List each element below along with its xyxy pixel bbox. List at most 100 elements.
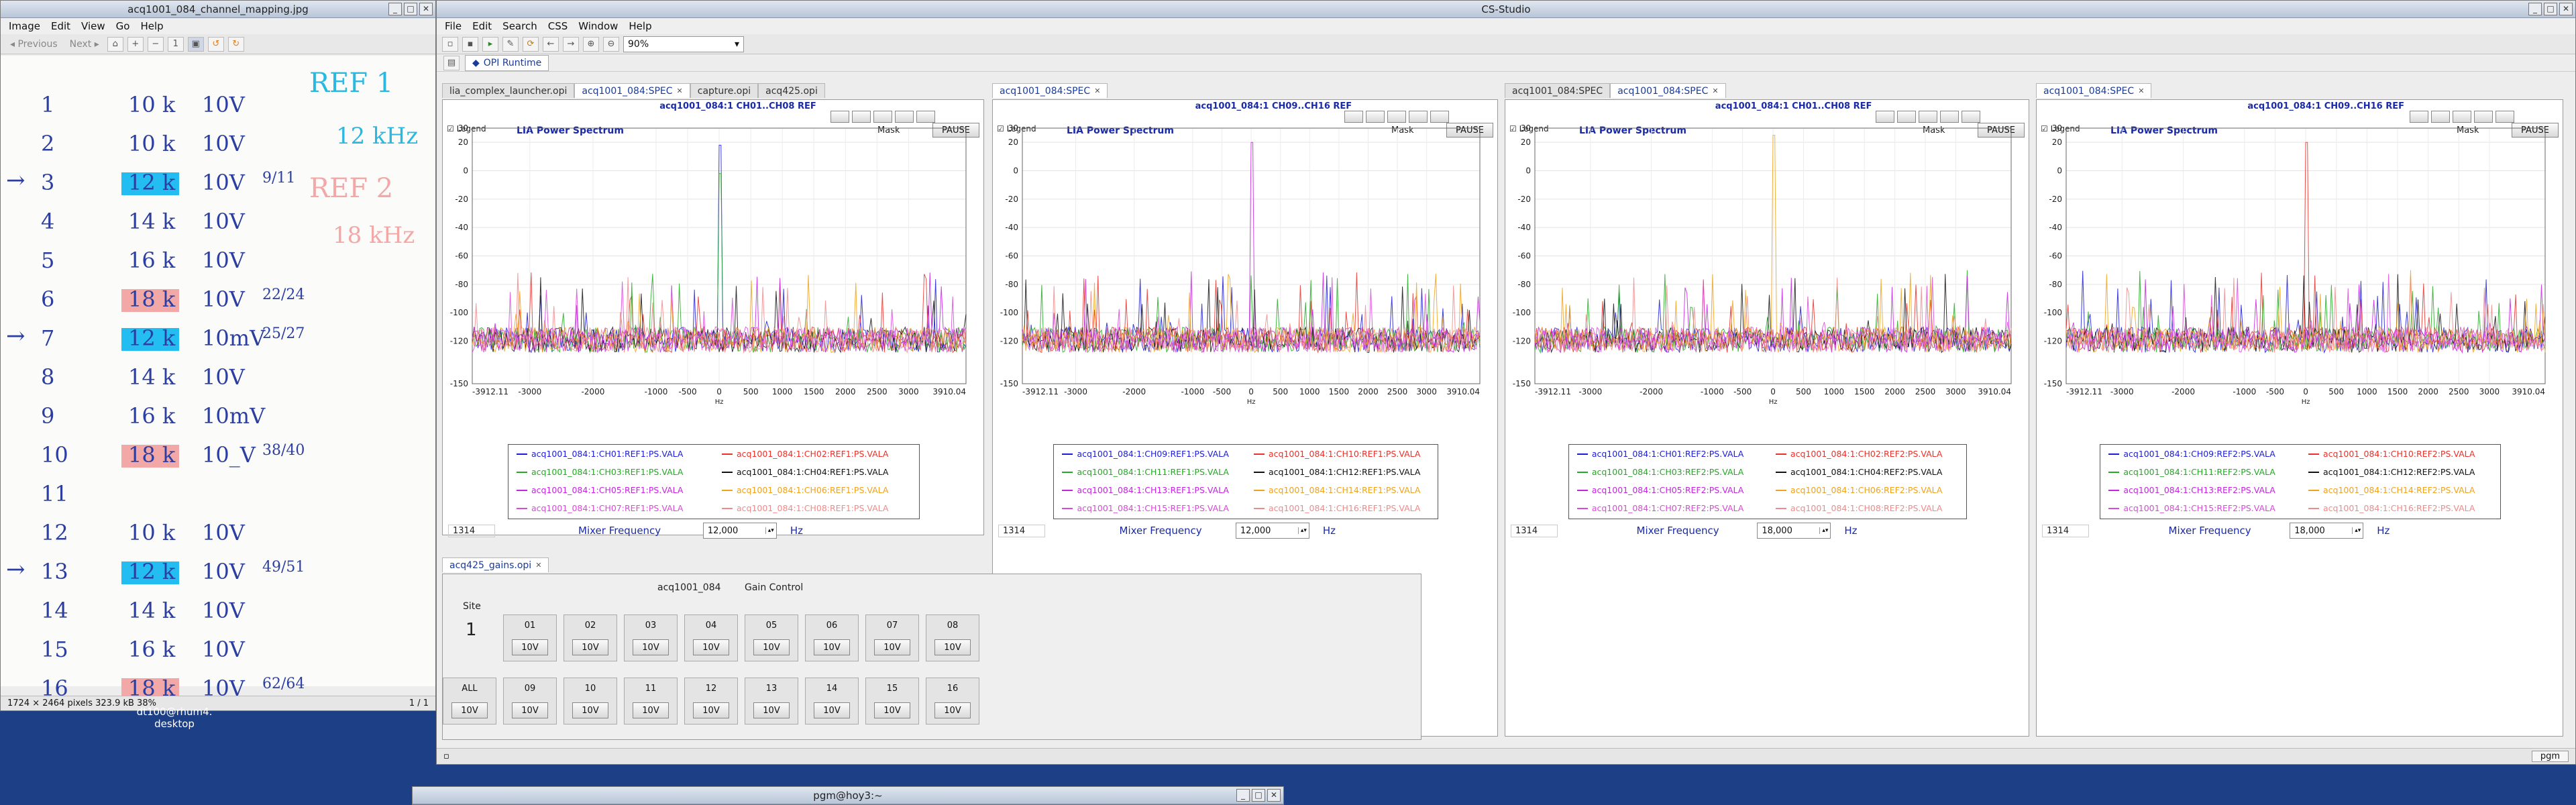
mixer-frequency-spinner[interactable]: 12,000 ▴▾ [1235,523,1309,539]
edit-icon[interactable]: ✎ [502,36,519,52]
legend-entry: acq1001_084:1:CH12:REF2:PS.VALA [2300,467,2500,477]
zoom-normal-icon[interactable]: 1 [167,36,184,52]
menu-edit[interactable]: Edit [51,20,70,32]
spinner-arrows-icon[interactable]: ▴▾ [765,527,776,534]
gain-range-button[interactable]: 10V [753,702,790,718]
gain-range-button[interactable]: 10V [934,702,971,718]
css-close-icon[interactable]: ✕ [2559,3,2573,15]
css-menubar: File Edit Search CSS Window Help [437,18,2575,34]
new-icon[interactable]: ▫ [442,36,458,52]
gain-range-button[interactable]: 10V [814,702,850,718]
save-icon[interactable]: ▪ [462,36,478,52]
opi-runtime-tab[interactable]: ◆ OPI Runtime [465,54,549,71]
menu-view[interactable]: View [81,20,105,32]
gain-range-button[interactable]: 10V [572,639,608,655]
next-button[interactable]: Next ▸ [66,39,103,50]
terminal-titlebar[interactable]: pgm@hoy3:~ _ □ ✕ [413,787,1283,804]
gain-range-button[interactable]: 10V [633,702,669,718]
terminal-close-icon[interactable]: ✕ [1267,789,1281,802]
menu-search[interactable]: Search [502,20,537,32]
spinner-arrows-icon[interactable]: ▴▾ [1297,527,1309,534]
gain-range-button[interactable]: 10V [572,702,608,718]
terminal-maximize-icon[interactable]: □ [1252,789,1265,802]
note-row: 1 10 k 10V [1,89,303,123]
close-icon[interactable]: ✕ [677,87,683,95]
menu-edit[interactable]: Edit [472,20,492,32]
tab-spec[interactable]: acq1001_084:SPEC ✕ [2036,83,2152,98]
legend-swatch [2108,453,2120,455]
menu-file[interactable]: File [445,20,462,32]
gain-range-button[interactable]: 10V [633,639,669,655]
close-icon[interactable]: ✕ [535,561,541,570]
menu-help[interactable]: Help [140,20,163,32]
spectrum-chart[interactable]: 30 20 0 -20 -40 -60 -80 -100 -120 -150 -3912.11 -30… [2039,120,2553,425]
tab-0[interactable]: lia_complex_launcher.opi [442,83,575,98]
gain-range-button[interactable]: 10V [874,639,910,655]
gain-range-button[interactable]: 10V [451,702,488,718]
css-minimize-icon[interactable]: _ [2528,3,2542,15]
css-titlebar[interactable]: CS-Studio _ □ ✕ [437,1,2575,18]
x-tick-label: 2000 [1358,387,1379,396]
maximize-icon[interactable]: □ [404,3,417,15]
zoom-in-icon[interactable]: ⊕ [583,36,599,52]
y-tick-label: -40 [1005,223,1018,232]
legend-swatch [2308,489,2319,491]
menu-css[interactable]: CSS [548,20,568,32]
gain-range-button[interactable]: 10V [934,639,971,655]
run-icon[interactable]: ▸ [482,36,498,52]
close-icon[interactable]: ✕ [1094,87,1100,95]
spinner-arrows-icon[interactable]: ▴▾ [2352,527,2363,534]
image-viewer-titlebar[interactable]: acq1001_084_channel_mapping.jpg _ □ ✕ [1,1,435,18]
zoom-out-icon[interactable]: − [147,36,164,52]
css-maximize-icon[interactable]: □ [2544,3,2557,15]
gain-range-button[interactable]: 10V [512,702,548,718]
terminal-minimize-icon[interactable]: _ [1236,789,1250,802]
gain-range-button[interactable]: 10V [512,639,548,655]
forward-icon[interactable]: → [563,36,579,52]
previous-button[interactable]: ◂ Previous [6,39,62,50]
perspective-icon[interactable]: ▤ [443,55,460,70]
legend-box: acq1001_084:1:CH09:REF2:PS.VALA acq1001_0… [2100,444,2501,519]
y-tick-label: -150 [450,379,468,388]
gain-range-button[interactable]: 10V [874,702,910,718]
gain-range-button[interactable]: 10V [693,702,729,718]
zoom-in-icon[interactable]: + [127,36,144,52]
close-icon[interactable]: ✕ [419,3,433,15]
rotate-left-icon[interactable]: ↺ [207,36,224,52]
gain-channel-label: 03 [645,621,657,631]
zoom-out-icon[interactable]: ⊖ [603,36,619,52]
mixer-frequency-spinner[interactable]: 18,000 ▴▾ [1757,523,1831,539]
tab-spec[interactable]: acq1001_084:SPEC ✕ [992,83,1108,98]
tab-2[interactable]: capture.opi [690,83,759,98]
tab-3[interactable]: acq425.opi [758,83,825,98]
rotate-right-icon[interactable]: ↻ [227,36,244,52]
menu-go[interactable]: Go [116,20,130,32]
tab-1[interactable]: acq1001_084:SPEC ✕ [574,83,690,98]
gain-range-button[interactable]: 10V [814,639,850,655]
mixer-frequency-spinner[interactable]: 18,000 ▴▾ [2290,523,2364,539]
menu-image[interactable]: Image [9,20,40,32]
spinner-arrows-icon[interactable]: ▴▾ [1819,527,1830,534]
tab-spec[interactable]: acq1001_084:SPEC ✕ [1610,83,1726,98]
close-icon[interactable]: ✕ [1712,87,1718,95]
spectrum-chart[interactable]: 30 20 0 -20 -40 -60 -80 -100 -120 -150 -3912.11 -30… [996,120,1488,425]
back-icon[interactable]: ← [543,36,559,52]
home-icon[interactable]: ⌂ [107,36,123,52]
gain-range-button[interactable]: 10V [753,639,790,655]
terminal-window[interactable]: pgm@hoy3:~ _ □ ✕ [412,786,1284,805]
menu-help[interactable]: Help [629,20,651,32]
gain-range-button[interactable]: 10V [693,639,729,655]
zoom-fit-icon[interactable]: ▣ [187,36,204,52]
spectrum-chart[interactable]: 30 20 0 -20 -40 -60 -80 -100 -120 -150 -3912.11 -30… [1508,120,2019,425]
mixer-frequency-spinner[interactable]: 12,000 ▴▾ [702,523,777,539]
tab-spec-2[interactable]: acq1001_084:SPEC [1505,83,1611,98]
close-icon[interactable]: ✕ [2138,87,2144,95]
menu-window[interactable]: Window [578,20,618,32]
refresh-icon[interactable]: ⟳ [523,36,539,52]
zoom-combo[interactable]: 90% ▾ [623,36,744,52]
tab-gains[interactable]: acq425_gains.opi ✕ [442,557,549,572]
gain-cell-11: 11 10V [624,678,678,724]
spectrum-chart[interactable]: 30 20 0 -20 -40 -60 -80 -100 -120 -150 -3912.11 -30… [445,120,974,425]
legend-entry: acq1001_084:1:CH10:REF1:PS.VALA [1246,449,1438,459]
minimize-icon[interactable]: _ [388,3,402,15]
